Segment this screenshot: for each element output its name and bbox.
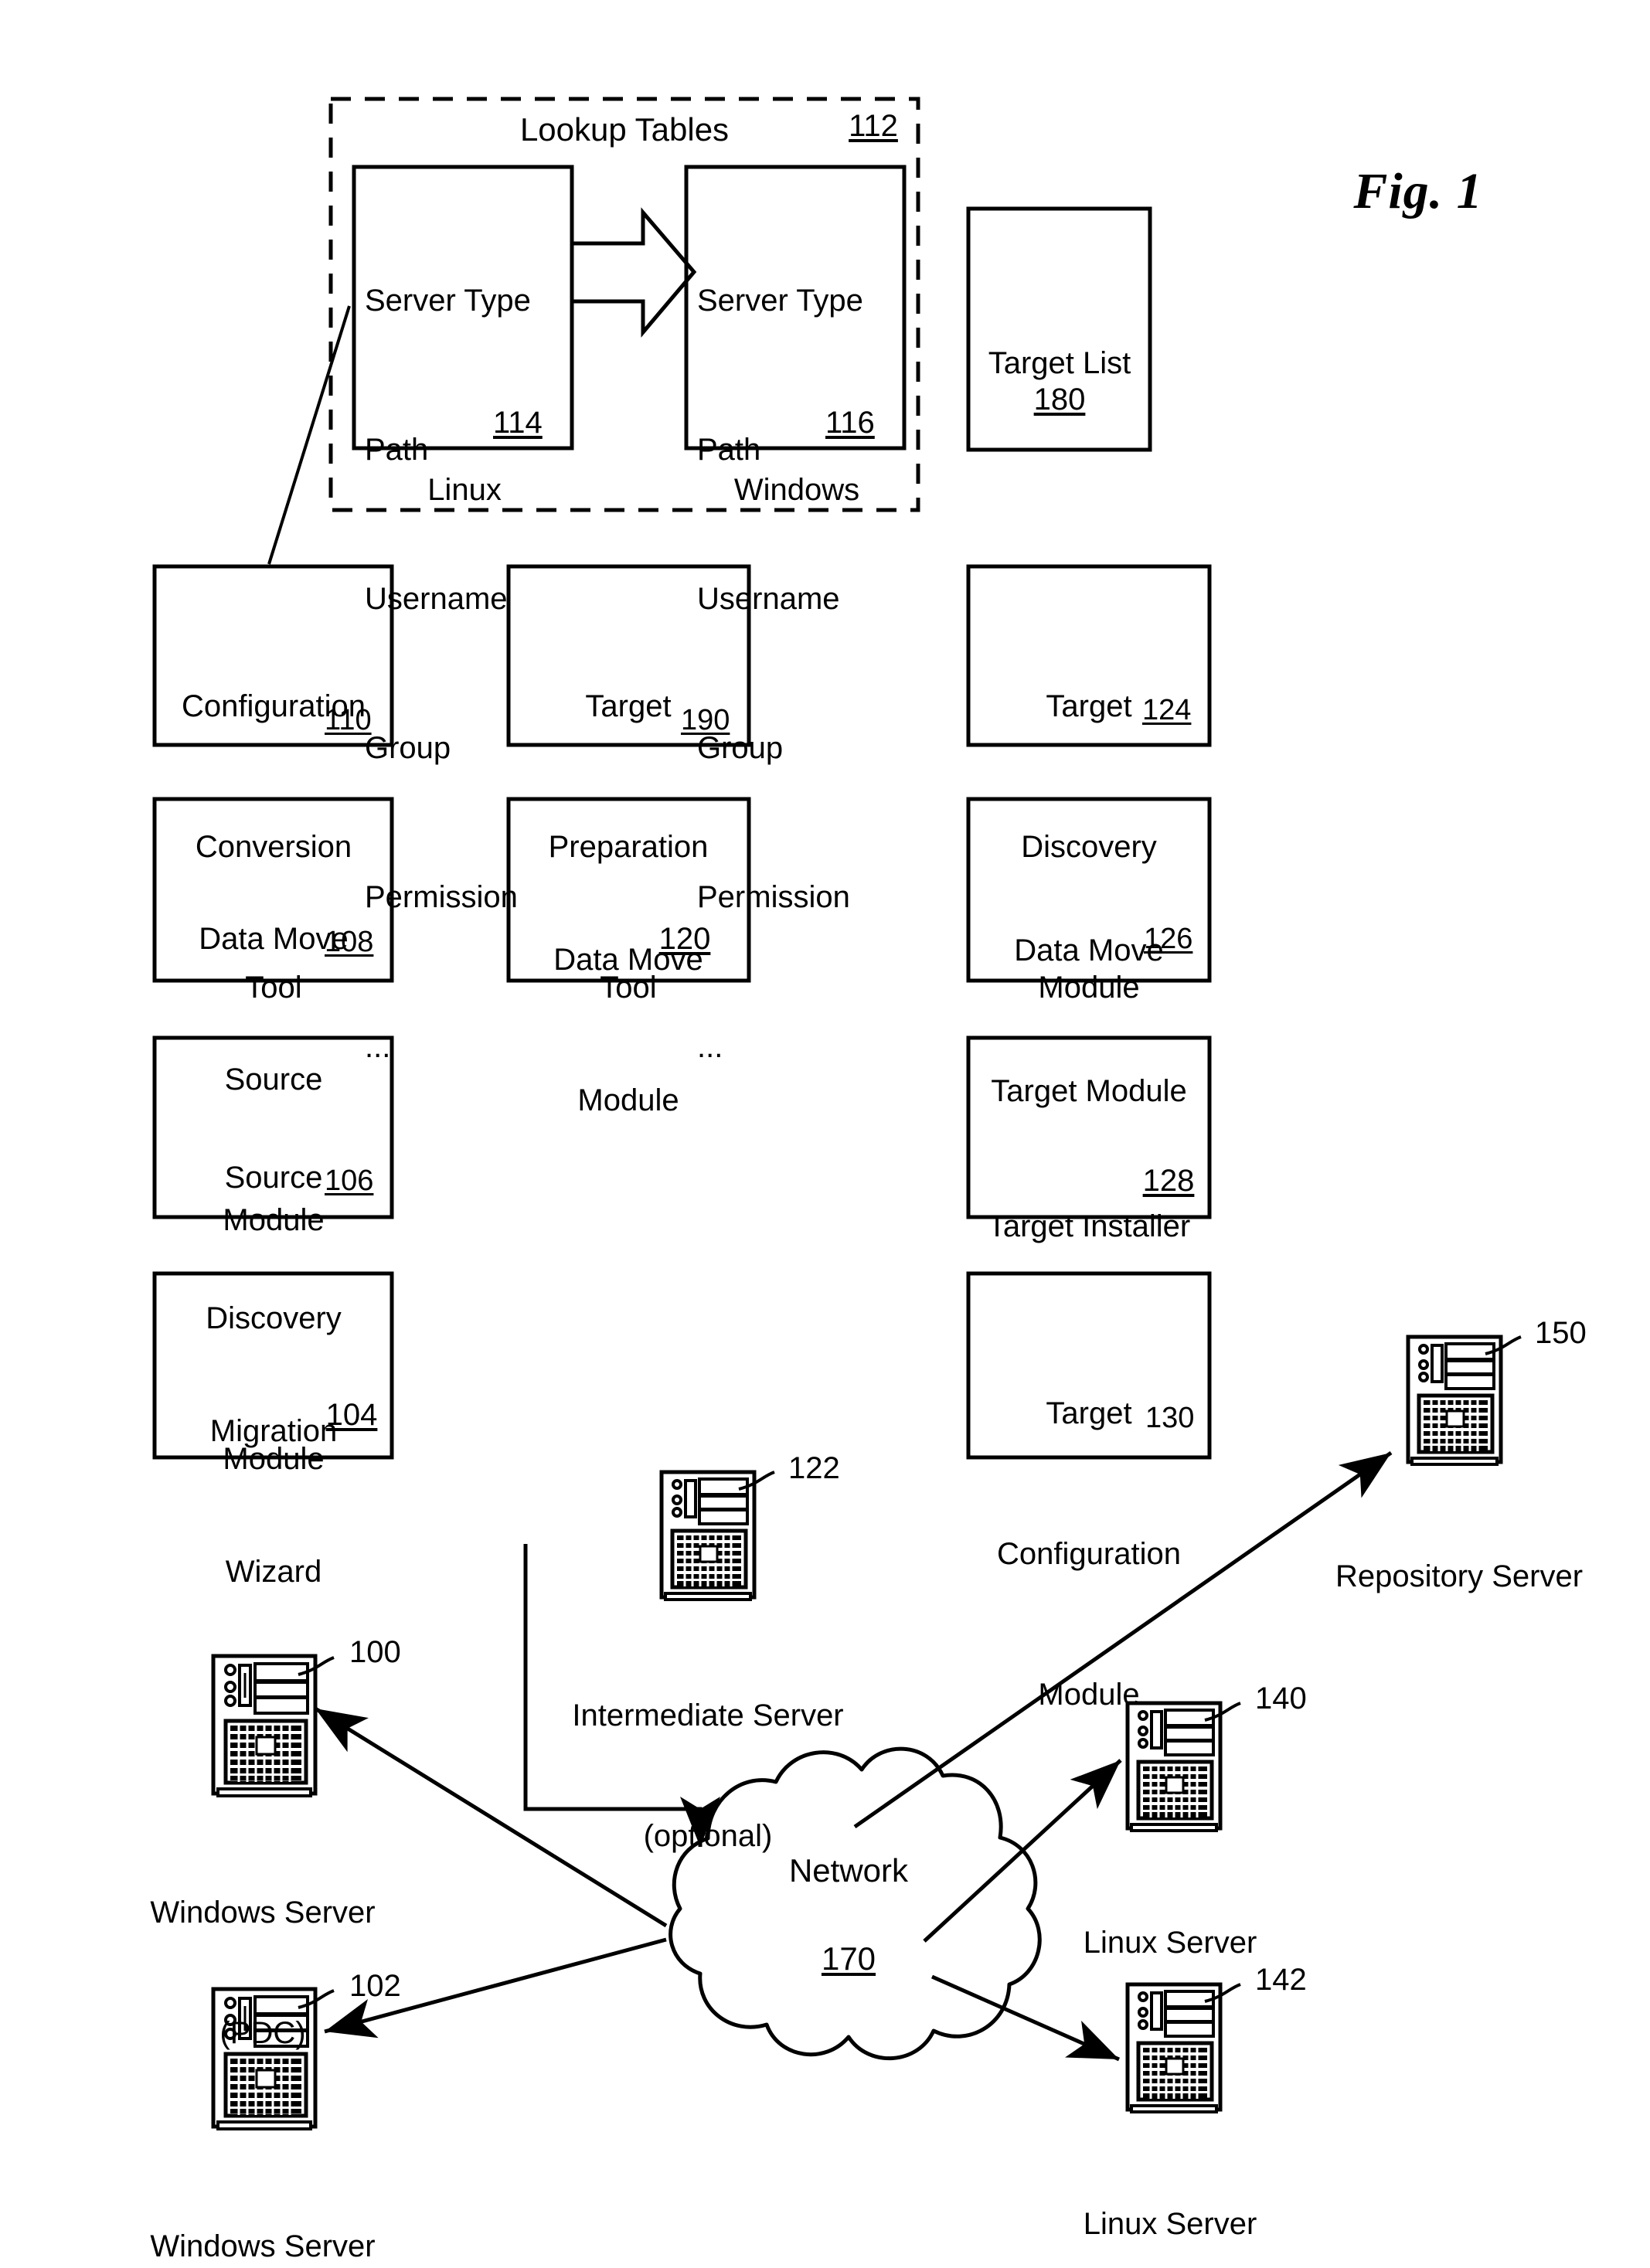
windows-lookup-table-rows: Server Type Path Username Group Permissi… xyxy=(697,176,906,1171)
target-installer-ref: 128 xyxy=(1142,1164,1195,1198)
caption-line: (PDC) xyxy=(219,2016,306,2050)
intermediate-server-caption: Intermediate Server (optional) xyxy=(572,1615,843,1936)
caption-line: Windows Server xyxy=(150,2229,376,2263)
box-line: Source xyxy=(224,1160,323,1195)
box-line: Migration xyxy=(209,1413,338,1448)
data-move-source-module-ref: 108 xyxy=(325,926,374,958)
windows-lookup-table-ref: 116 xyxy=(825,406,875,440)
lookup-row: Permission xyxy=(365,880,518,915)
linux-lookup-table-ref: 114 xyxy=(493,406,543,440)
target-discovery-module-ref: 124 xyxy=(1142,694,1192,726)
caption-line: Intermediate Server xyxy=(572,1698,844,1732)
target-configuration-module-label: Target Configuration Module xyxy=(997,1296,1181,1813)
server-icon-intermediate-server xyxy=(659,1470,775,1601)
lookup-row: ... xyxy=(365,1029,391,1064)
intermediate-server-ref: 122 xyxy=(788,1451,840,1485)
target-list-ref: 180 xyxy=(1033,383,1086,417)
box-line: Target Module xyxy=(991,1073,1187,1108)
linux-server-142-ref: 142 xyxy=(1255,1963,1307,1997)
linux-server-140-caption: Linux Server xyxy=(1084,1842,1257,2043)
patent-figure-sheet: Fig. 1 Lookup Tables 112 Server Type Pat… xyxy=(0,0,1650,2268)
leader-line-114-to-110 xyxy=(267,305,351,565)
linux-lookup-table-rows: Server Type Path Username Group Permissi… xyxy=(365,176,573,1171)
migration-wizard-label: Migration Wizard xyxy=(210,1314,338,1689)
caption-line: Repository Server xyxy=(1335,1559,1584,1593)
lookup-tables-title: Lookup Tables xyxy=(519,111,730,148)
caption-line: Linux Server xyxy=(1083,1926,1257,1960)
repository-server-ref: 150 xyxy=(1535,1316,1587,1350)
caption-line: (optional) xyxy=(643,1819,773,1853)
migration-wizard-ref: 104 xyxy=(325,1398,378,1432)
target-configuration-module-ref: 130 xyxy=(1145,1402,1195,1434)
lookup-tables-ref: 112 xyxy=(849,109,898,143)
box-line: Module xyxy=(577,1083,679,1117)
windows-lookup-table-caption: Windows xyxy=(733,473,860,507)
network-cloud-ref: 170 xyxy=(821,1940,876,1977)
linux-server-140-ref: 140 xyxy=(1255,1681,1307,1715)
lookup-row: Username xyxy=(365,582,508,617)
data-move-target-module-ref: 126 xyxy=(1144,923,1193,955)
windows-server-pdc-caption: Windows Server (PDC) xyxy=(150,1812,375,2134)
server-icon-repository-server xyxy=(1406,1335,1522,1466)
source-discovery-module-ref: 106 xyxy=(325,1165,374,1197)
box-line: Module xyxy=(1038,1678,1140,1712)
repository-server-caption: Repository Server xyxy=(1335,1476,1583,1677)
lookup-row: Group xyxy=(365,731,451,766)
figure-label: Fig. 1 xyxy=(1353,163,1483,219)
windows-server-file-caption: Windows Server (File Server) xyxy=(150,2146,375,2268)
lookup-row: Username xyxy=(697,582,840,617)
box-line: Target List xyxy=(988,345,1131,380)
conversion-block-arrow xyxy=(570,207,697,338)
caption-line: Linux Server xyxy=(1083,2207,1257,2241)
box-line: Configuration xyxy=(997,1536,1181,1571)
configuration-conversion-tool-ref: 110 xyxy=(325,704,372,736)
caption-line: Windows Server xyxy=(150,1896,376,1930)
lookup-row: ... xyxy=(697,1029,723,1064)
box-line: Wizard xyxy=(225,1554,322,1589)
windows-server-pdc-ref: 100 xyxy=(349,1635,401,1669)
lookup-row: Server Type xyxy=(365,283,531,318)
windows-server-file-ref: 102 xyxy=(349,1969,401,2003)
box-line: Target xyxy=(1046,689,1132,723)
box-line: Target Installer xyxy=(987,1209,1191,1243)
target-list-label: Target List xyxy=(988,246,1131,481)
data-move-module-label: Data Move Module xyxy=(553,842,703,1218)
lookup-row: Server Type xyxy=(697,283,863,318)
linux-server-142-caption: Linux Server xyxy=(1084,2123,1257,2268)
linux-lookup-table-caption: Linux xyxy=(427,473,502,507)
lookup-row: Permission xyxy=(697,880,850,915)
data-move-module-ref: 120 xyxy=(658,922,711,956)
target-preparation-tool-ref: 190 xyxy=(681,704,730,736)
